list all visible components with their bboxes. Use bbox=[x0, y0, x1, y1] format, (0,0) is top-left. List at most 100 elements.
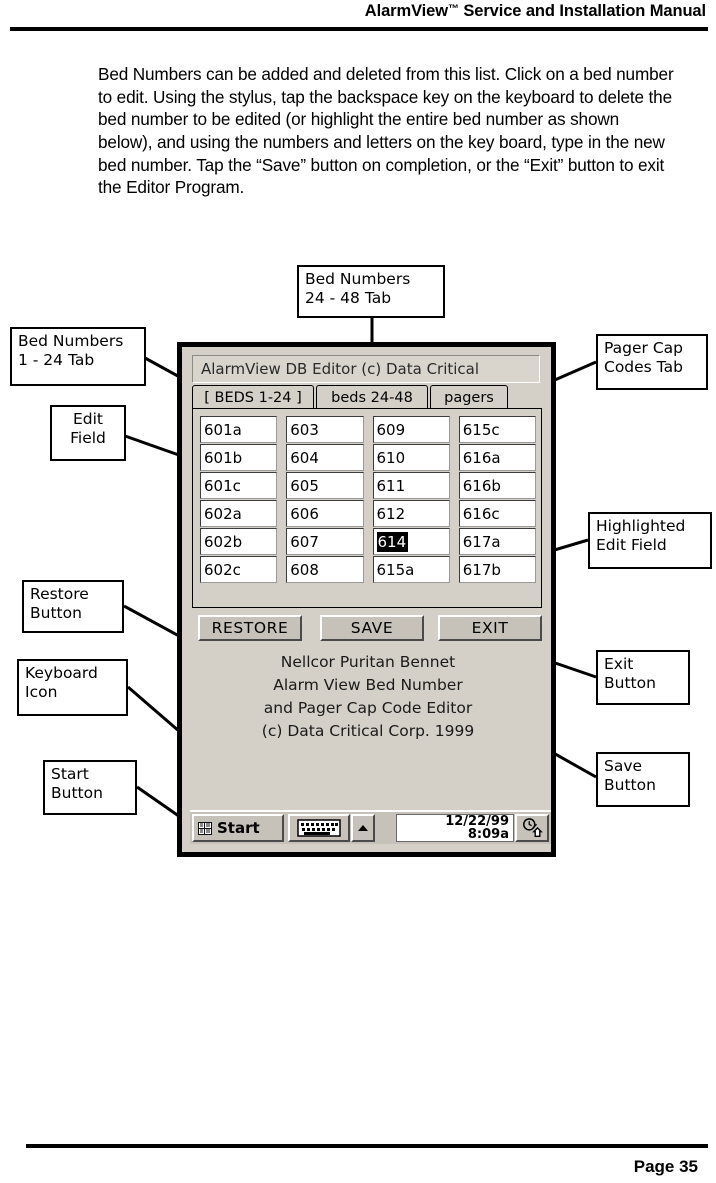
credits-line-4: (c) Data Critical Corp. 1999 bbox=[261, 722, 475, 740]
footer-divider-rule bbox=[26, 1144, 708, 1148]
save-button-label: SAVE bbox=[350, 619, 394, 637]
bed-field[interactable]: 608 bbox=[286, 556, 364, 583]
tab-beds-24-48-label: beds 24-48 bbox=[331, 389, 413, 406]
bed-field-value: 608 bbox=[290, 560, 319, 579]
bed-field-value: 616b bbox=[462, 476, 501, 495]
bed-field-value: 605 bbox=[290, 476, 319, 495]
bed-number-grid: 601a 601b 601c 602a 602b 602c 603 604 60… bbox=[200, 416, 536, 583]
bed-field-value: 606 bbox=[290, 504, 319, 523]
bed-field-highlighted[interactable]: 614 bbox=[372, 528, 450, 555]
bed-field-value: 615c bbox=[462, 420, 500, 439]
bed-field[interactable]: 615c bbox=[458, 416, 536, 443]
annotated-device-diagram: Bed Numbers 1 - 24 Tab Edit Field Restor… bbox=[0, 250, 716, 870]
taskbar-date: 12/22/99 bbox=[445, 813, 509, 829]
credits-line-2: Alarm View Bed Number bbox=[273, 676, 463, 694]
trademark-symbol: ™ bbox=[447, 3, 459, 15]
bed-field[interactable]: 601a bbox=[200, 416, 278, 443]
credits-line-3: and Pager Cap Code Editor bbox=[263, 699, 473, 717]
header-divider-rule bbox=[10, 27, 708, 31]
bed-field-value: 601a bbox=[204, 420, 242, 439]
bed-field[interactable]: 616c bbox=[458, 500, 536, 527]
save-button[interactable]: SAVE bbox=[320, 615, 424, 641]
bed-field[interactable]: 601c bbox=[200, 472, 278, 499]
callout-save-button: Save Button bbox=[596, 752, 690, 807]
bed-field-value: 602b bbox=[204, 532, 243, 551]
bed-field-value: 617b bbox=[462, 560, 501, 579]
bed-field-value: 603 bbox=[290, 420, 319, 439]
bed-field-value: 602a bbox=[204, 504, 242, 523]
bed-field-value: 612 bbox=[376, 504, 406, 523]
bed-field[interactable]: 612 bbox=[372, 500, 450, 527]
exit-button-label: EXIT bbox=[471, 619, 509, 637]
start-button-label: Start bbox=[217, 819, 260, 837]
bed-field[interactable]: 610 bbox=[372, 444, 450, 471]
callout-start-button: Start Button bbox=[43, 760, 137, 815]
taskbar: Start 12/22/99 8:09a bbox=[190, 810, 551, 844]
callout-edit-field: Edit Field bbox=[50, 405, 126, 461]
windows-flag-icon bbox=[197, 820, 214, 837]
bed-field[interactable]: 602c bbox=[200, 556, 278, 583]
taskbar-time: 8:09a bbox=[467, 827, 509, 842]
restore-button[interactable]: RESTORE bbox=[198, 615, 302, 641]
bed-field[interactable]: 615a bbox=[372, 556, 450, 583]
bed-field[interactable]: 617b bbox=[458, 556, 536, 583]
bed-column-1: 601a 601b 601c 602a 602b 602c bbox=[200, 416, 278, 583]
page-number: Page 35 bbox=[633, 1157, 698, 1176]
bed-field[interactable]: 607 bbox=[286, 528, 364, 555]
bed-column-4: 615c 616a 616b 616c 617a 617b bbox=[458, 416, 536, 583]
bed-field-value: 615a bbox=[376, 560, 415, 579]
bed-field[interactable]: 603 bbox=[286, 416, 364, 443]
callout-exit-button: Exit Button bbox=[596, 650, 690, 705]
tab-beds-24-48[interactable]: beds 24-48 bbox=[316, 385, 428, 409]
bed-field[interactable]: 617a bbox=[458, 528, 536, 555]
callout-restore-button: Restore Button bbox=[22, 580, 124, 633]
bed-field-value: 617a bbox=[462, 532, 501, 551]
bed-column-3: 609 610 611 612 614 615a bbox=[372, 416, 450, 583]
bed-field[interactable]: 602b bbox=[200, 528, 278, 555]
taskbar-spacer bbox=[375, 812, 396, 844]
taskbar-clock[interactable]: 12/22/99 8:09a bbox=[396, 814, 514, 842]
keyboard-icon[interactable] bbox=[288, 814, 350, 842]
tab-pagers[interactable]: pagers bbox=[430, 385, 508, 409]
bed-number-panel: 601a 601b 601c 602a 602b 602c 603 604 60… bbox=[192, 408, 542, 608]
taskbar-expand-arrow-icon[interactable] bbox=[351, 814, 375, 842]
tab-beds-1-24-label: [ BEDS 1-24 ] bbox=[204, 389, 302, 406]
tab-strip: [ BEDS 1-24 ] beds 24-48 pagers bbox=[192, 385, 542, 409]
callout-beds-1-24-tab: Bed Numbers 1 - 24 Tab bbox=[10, 327, 146, 386]
bed-field[interactable]: 601b bbox=[200, 444, 278, 471]
bed-field[interactable]: 602a bbox=[200, 500, 278, 527]
bed-field[interactable]: 609 bbox=[372, 416, 450, 443]
bed-field[interactable]: 616a bbox=[458, 444, 536, 471]
bed-field[interactable]: 616b bbox=[458, 472, 536, 499]
bed-field[interactable]: 605 bbox=[286, 472, 364, 499]
bed-field[interactable]: 604 bbox=[286, 444, 364, 471]
bed-field-value: 607 bbox=[290, 532, 319, 551]
callout-highlighted-edit-field: Highlighted Edit Field bbox=[588, 512, 712, 569]
bed-field-value: 616a bbox=[462, 448, 501, 467]
bed-field-value: 602c bbox=[204, 560, 241, 579]
bed-field[interactable]: 611 bbox=[372, 472, 450, 499]
bed-field-value: 609 bbox=[376, 420, 406, 439]
bed-field-value: 604 bbox=[290, 448, 319, 467]
restore-button-label: RESTORE bbox=[211, 619, 289, 637]
tab-beds-1-24[interactable]: [ BEDS 1-24 ] bbox=[192, 385, 314, 409]
start-button[interactable]: Start bbox=[192, 814, 284, 842]
tab-pagers-label: pagers bbox=[444, 389, 494, 406]
intro-paragraph: Bed Numbers can be added and deleted fro… bbox=[98, 64, 674, 198]
tray-desktop-icon[interactable] bbox=[515, 814, 549, 842]
callout-pager-cap-codes-tab: Pager Cap Codes Tab bbox=[596, 334, 708, 390]
credits-line-1: Nellcor Puritan Bennet bbox=[280, 653, 456, 671]
bed-field-value: 610 bbox=[376, 448, 406, 467]
bed-field-value: 616c bbox=[462, 504, 500, 523]
device-screen: AlarmView DB Editor (c) Data Critical [ … bbox=[186, 351, 551, 848]
bed-field-value: 601b bbox=[204, 448, 243, 467]
exit-button[interactable]: EXIT bbox=[438, 615, 542, 641]
bed-field-value: 601c bbox=[204, 476, 241, 495]
handheld-device-frame: AlarmView DB Editor (c) Data Critical [ … bbox=[177, 342, 556, 857]
clock-home-icon bbox=[523, 818, 543, 837]
callout-keyboard-icon: Keyboard Icon bbox=[17, 659, 128, 716]
bed-field[interactable]: 606 bbox=[286, 500, 364, 527]
bed-column-2: 603 604 605 606 607 608 bbox=[286, 416, 364, 583]
page-header-title-rest: Service and Installation Manual bbox=[458, 2, 706, 20]
keyboard-icon-glyph bbox=[297, 819, 341, 837]
